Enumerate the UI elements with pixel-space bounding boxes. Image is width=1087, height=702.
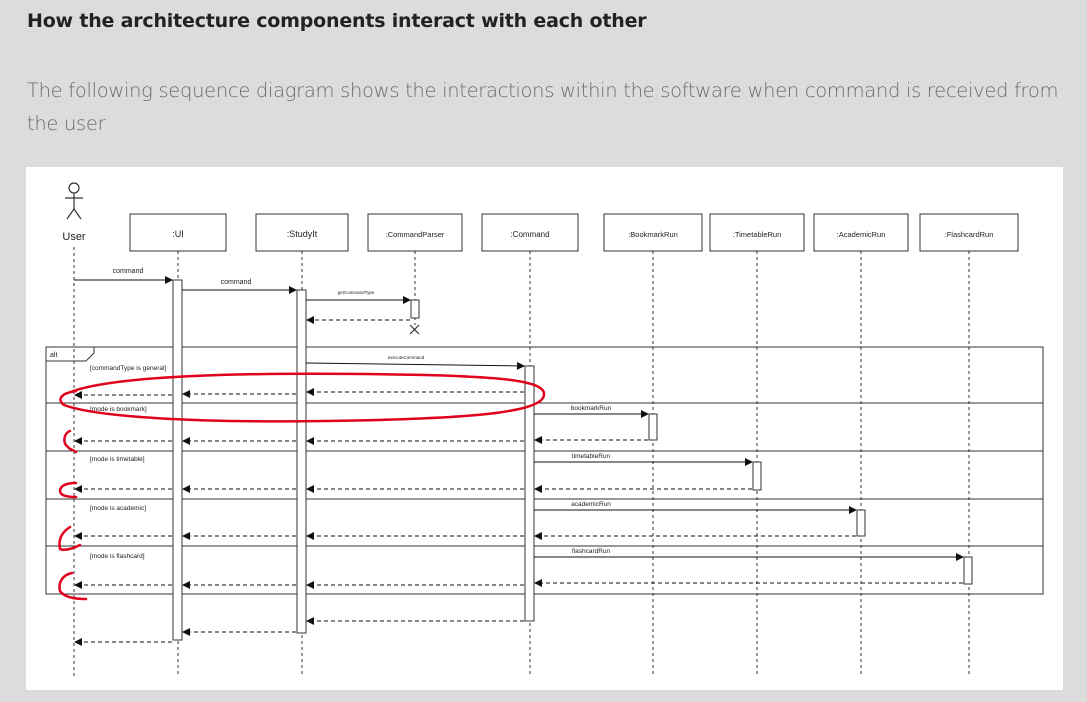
guard-academic: [mode is academic]	[90, 505, 146, 512]
participant-bookmarkrun: :BookmarkRun	[628, 230, 678, 239]
msg-command-2: command	[221, 279, 252, 286]
msg-timetablerun: timetableRun	[572, 453, 611, 460]
participant-academicrun: :AcademicRun	[837, 230, 886, 239]
guard-flashcard: [mode is flashcard]	[90, 553, 145, 560]
msg-command-1: command	[113, 268, 144, 275]
section-description: The following sequence diagram shows the…	[27, 79, 1059, 135]
msg-executecommand: executeCommand	[388, 355, 425, 360]
msg-flashcardrun: flashcardRun	[572, 548, 611, 555]
participant-studyit: :StudyIt	[287, 229, 318, 239]
guard-general: [commandType is general]	[90, 365, 166, 372]
msg-bookmarkrun: bookmarkRun	[571, 405, 612, 412]
participant-timetablerun: :TimetableRun	[733, 230, 782, 239]
actor-label: User	[62, 231, 86, 243]
participant-commandparser: :CommandParser	[386, 230, 445, 239]
user-actor-icon	[65, 182, 83, 220]
call-arrows	[74, 276, 964, 561]
msg-getcommandtype: getCommandType	[338, 290, 375, 295]
annotation-bracket-4	[58, 571, 88, 601]
msg-academicrun: academicRun	[571, 501, 611, 508]
section-heading: How the architecture components interact…	[27, 10, 647, 32]
lifelines	[73, 247, 970, 677]
activation-bars	[172, 279, 973, 641]
participant-ui: :UI	[172, 229, 184, 239]
guard-timetable: [mode is timetable]	[90, 456, 145, 463]
user-actor: User	[62, 182, 86, 243]
participant-flashcardrun: :FlashcardRun	[945, 230, 994, 239]
sequence-diagram: User :UI :StudyIt :CommandParser :Comman…	[26, 167, 1063, 690]
destroy-mark	[409, 324, 420, 335]
alt-label: alt	[50, 352, 57, 359]
participant-command: :Command	[510, 230, 549, 239]
